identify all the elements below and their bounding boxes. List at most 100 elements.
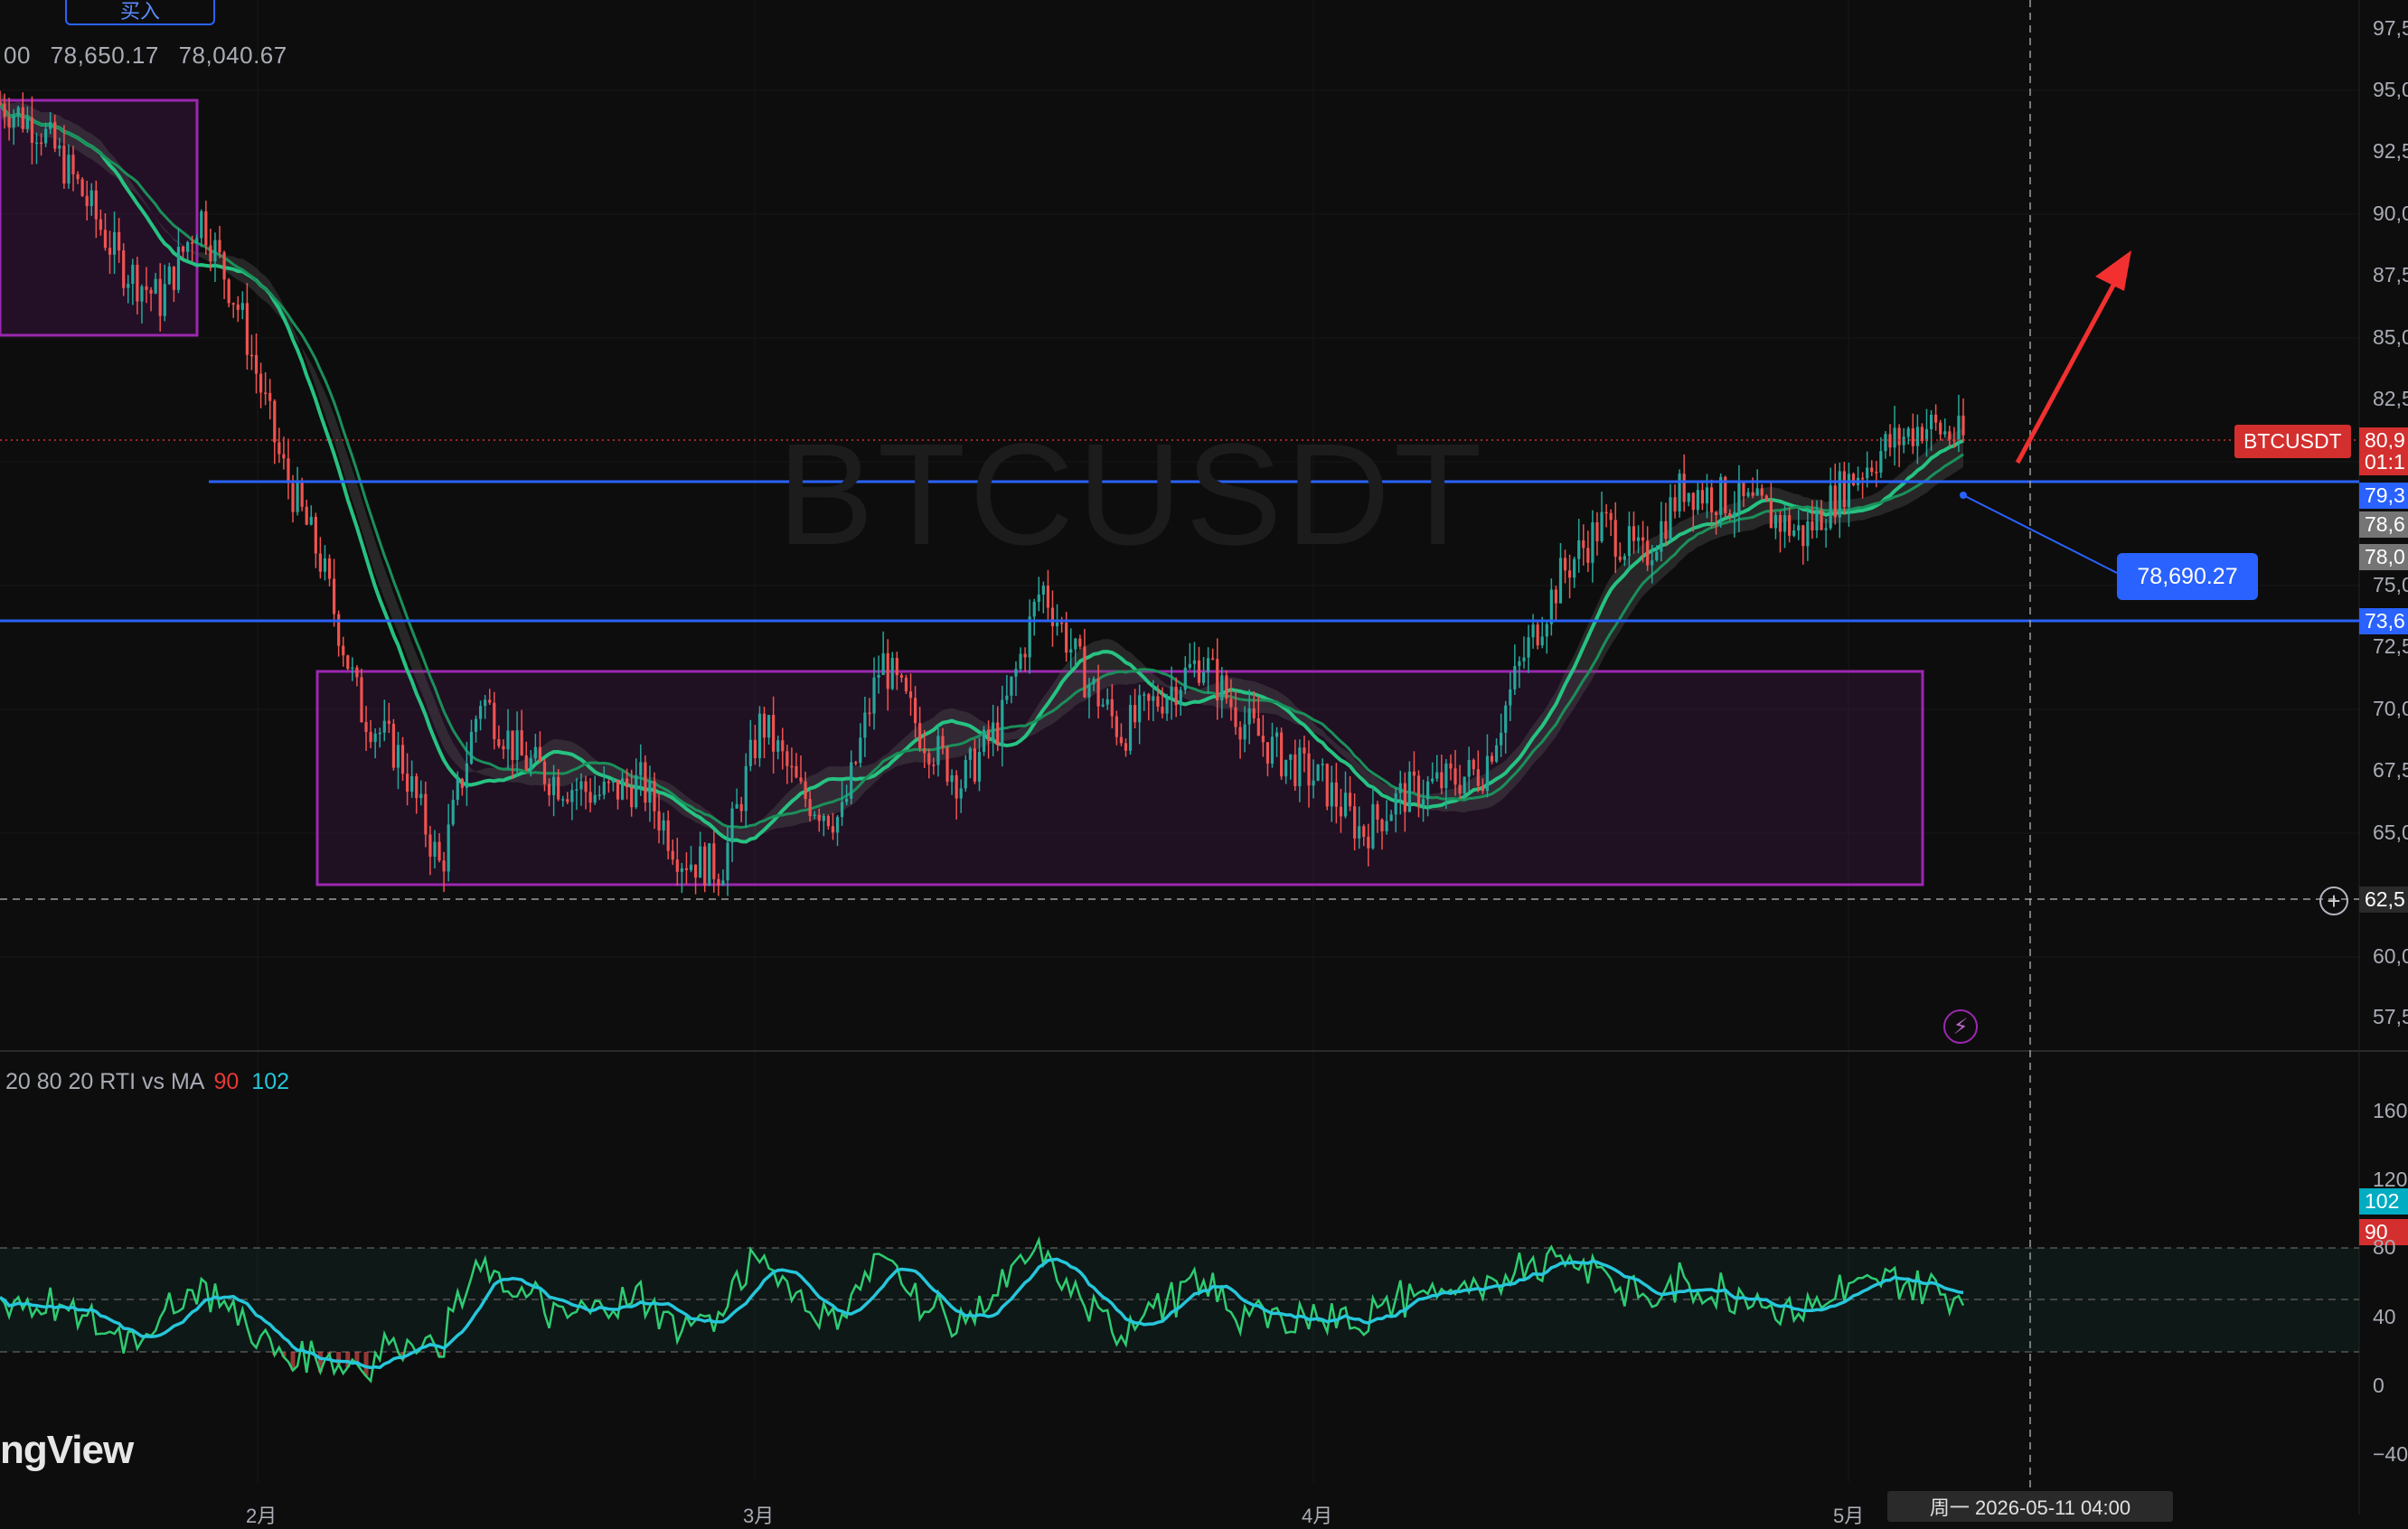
candle-body xyxy=(1207,658,1210,673)
candle-body xyxy=(1646,540,1650,566)
candle-body xyxy=(25,117,29,129)
candle-body xyxy=(1509,689,1512,706)
candle-body xyxy=(1888,434,1892,448)
candle-body xyxy=(1476,769,1480,786)
candle-body xyxy=(1426,781,1430,800)
candle-body xyxy=(287,458,290,483)
candle-body xyxy=(552,776,556,795)
candle-body xyxy=(39,142,43,145)
time-label-mar: 3月 xyxy=(743,1505,775,1527)
candle-body xyxy=(1715,511,1718,515)
candle-body xyxy=(1755,488,1759,496)
candle-body xyxy=(1782,515,1787,532)
candle-body xyxy=(808,799,812,817)
candle-body xyxy=(318,553,323,572)
candle-body xyxy=(1641,537,1645,541)
candle-body xyxy=(1500,732,1503,746)
candle-body xyxy=(1367,837,1370,849)
candle-body xyxy=(790,765,794,768)
candle-body xyxy=(602,782,606,795)
candle-body xyxy=(626,778,629,788)
candle-body xyxy=(1573,558,1576,578)
ohlc-readout: 00 78,650.17 78,040.67 xyxy=(4,42,300,70)
candle-body xyxy=(955,774,958,799)
candle-body xyxy=(1934,414,1938,423)
chart-canvas[interactable] xyxy=(0,0,2408,1515)
candle-body xyxy=(735,803,738,809)
candle-body xyxy=(1055,622,1059,626)
candle-body xyxy=(992,722,995,741)
candle-body xyxy=(1618,556,1622,560)
price-axis-label: 73,6 xyxy=(2359,608,2408,634)
candle-body xyxy=(327,558,332,579)
candle-body xyxy=(1660,521,1663,552)
candle-body xyxy=(945,747,949,783)
candle-body xyxy=(1188,663,1191,668)
candle-body xyxy=(469,731,474,764)
candle-body xyxy=(1220,675,1224,701)
candle-body xyxy=(245,303,249,355)
candle-body xyxy=(424,793,428,835)
indicator-legend[interactable]: 20 80 20 RTI vs MA 90 102 xyxy=(5,1069,289,1095)
bolt-icon[interactable]: ⚡ xyxy=(1943,1009,1978,1044)
candle-body xyxy=(428,834,432,857)
candle-body xyxy=(781,740,785,752)
candle-body xyxy=(222,252,226,280)
candle-body xyxy=(1138,695,1142,723)
candle-body xyxy=(1412,771,1416,776)
price-axis-label: 62,5 xyxy=(2359,886,2408,913)
buy-button[interactable]: 买入 xyxy=(65,0,215,25)
candle-body xyxy=(103,230,108,249)
measure-anchor[interactable] xyxy=(1960,492,1967,499)
candle-body xyxy=(1760,488,1764,496)
candle-body xyxy=(1403,783,1406,812)
candle-body xyxy=(908,691,913,699)
candle-body xyxy=(1751,492,1754,496)
candle-body xyxy=(1152,696,1155,701)
candle-body xyxy=(1851,474,1856,485)
candle-body xyxy=(918,723,922,748)
crosshair-time-label: 周一 2026-05-11 04:00 xyxy=(1887,1491,2173,1522)
candle-body xyxy=(899,675,903,678)
add-alert-icon[interactable]: + xyxy=(2319,886,2348,915)
candle-body xyxy=(506,730,510,750)
candle-body xyxy=(154,278,157,294)
candle-body xyxy=(1705,487,1709,504)
chart-area[interactable]: 买入 00 78,650.17 78,040.67 BTCUSDT BTCUSD… xyxy=(0,0,2408,1527)
candle-body xyxy=(597,794,601,797)
candle-body xyxy=(877,674,880,678)
measure-label[interactable]: 78,690.27 xyxy=(2117,553,2258,600)
candle-body xyxy=(895,657,898,676)
candle-body xyxy=(757,713,762,759)
candle-body xyxy=(268,392,272,401)
candle-body xyxy=(1143,694,1146,696)
candle-body xyxy=(1216,659,1219,701)
candle-body xyxy=(94,190,98,220)
candle-body xyxy=(1398,783,1402,793)
candle-body xyxy=(557,776,560,800)
candle-body xyxy=(249,354,254,357)
candle-body xyxy=(451,800,455,825)
candle-body xyxy=(1893,427,1896,448)
candle-body xyxy=(1348,793,1352,807)
candle-body xyxy=(433,841,437,857)
candle-body xyxy=(635,774,638,808)
candle-body xyxy=(1518,661,1521,667)
candle-body xyxy=(1353,806,1357,839)
candle-body xyxy=(840,802,844,818)
candle-body xyxy=(1870,467,1874,473)
price-axis-label: 01:1 xyxy=(2359,449,2408,475)
candle-body xyxy=(1046,586,1050,608)
candle-body xyxy=(1156,696,1160,708)
candle-body xyxy=(1563,558,1567,571)
candle-body xyxy=(34,142,39,145)
candle-body xyxy=(854,762,858,764)
candle-body xyxy=(58,145,61,149)
candle-body xyxy=(1293,754,1297,786)
trend-arrow[interactable] xyxy=(2015,280,2118,464)
candle-body xyxy=(1687,492,1690,502)
candle-body xyxy=(1124,743,1128,751)
candle-body xyxy=(1041,586,1045,595)
price-axis-label: 67,5 xyxy=(2373,758,2408,782)
candle-body xyxy=(314,516,317,554)
